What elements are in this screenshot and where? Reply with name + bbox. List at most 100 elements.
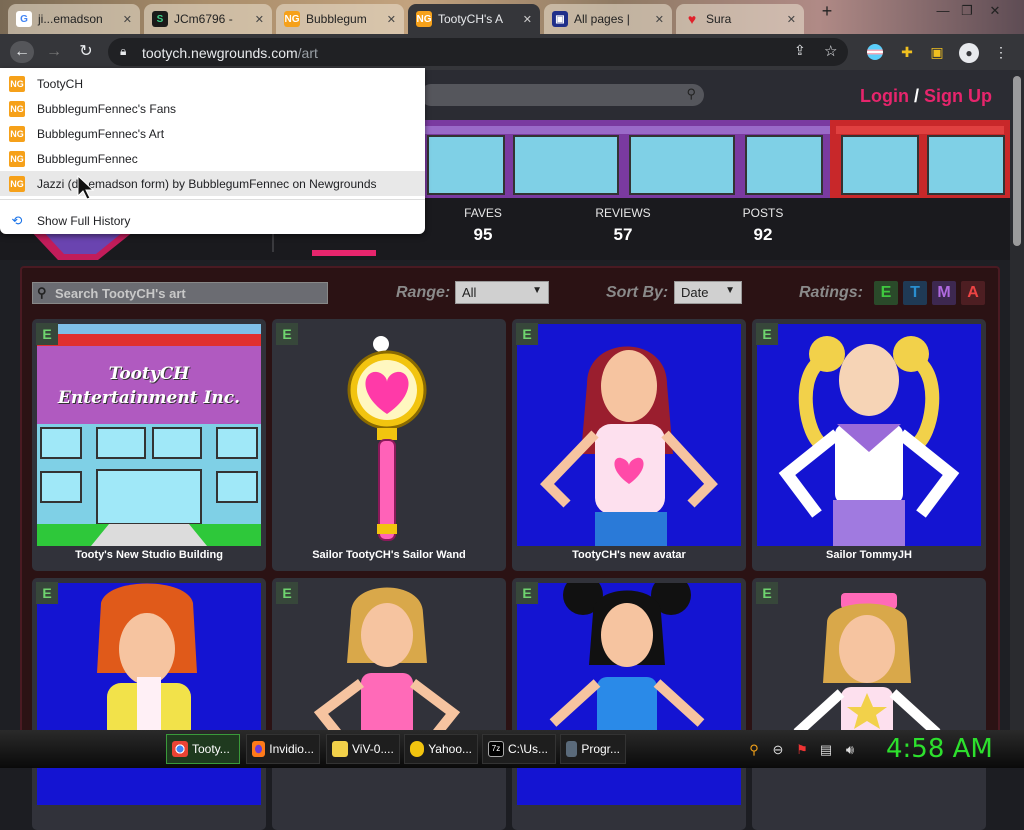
taskbar-item[interactable]: Invidio... (246, 734, 320, 764)
avatar-art (540, 346, 718, 546)
close-icon[interactable]: ✕ (387, 13, 396, 26)
art-card[interactable]: E (272, 578, 506, 830)
history-item[interactable]: NG TootyCH (0, 71, 425, 96)
rating-m-toggle[interactable]: M (932, 281, 956, 305)
show-full-history-label: Show Full History (37, 213, 131, 228)
taskbar-item[interactable]: 7z C:\Us... (482, 734, 556, 764)
close-icon[interactable]: ✕ (123, 13, 132, 26)
art-card[interactable]: E TootyCH Entertainment Inc. Tooty's New… (32, 319, 266, 571)
art-thumbnail[interactable] (277, 583, 501, 805)
address-bar[interactable]: 🔒︎ tootych.newgrounds.com/art ⇪ ☆ (108, 38, 848, 66)
art-title[interactable]: Sailor TootyCH's Sailor Wand (272, 549, 506, 561)
smiley-icon (410, 741, 425, 757)
signup-link[interactable]: Sign Up (924, 86, 992, 106)
art-thumbnail[interactable] (37, 583, 261, 805)
volume-icon[interactable]: 🔊︎ (842, 742, 858, 758)
browser-tab[interactable]: ▣ All pages | ✕ (544, 4, 672, 34)
history-item[interactable]: NG BubblegumFennec's Fans (0, 96, 425, 121)
art-title[interactable]: Sailor TommyJH (752, 549, 986, 561)
url-text[interactable]: tootych.newgrounds.com/art (142, 45, 318, 61)
history-item[interactable]: NG BubblegumFennec's Art (0, 121, 425, 146)
browser-tab-active[interactable]: NG TootyCH's A ✕ (408, 4, 540, 34)
history-item-hovered[interactable]: NG Jazzi (d...emadson form) by Bubblegum… (0, 171, 425, 196)
newgrounds-icon: NG (9, 100, 25, 117)
scrollbar-thumb[interactable] (1013, 76, 1021, 246)
close-window-icon[interactable]: ✕ (984, 2, 1006, 20)
art-thumbnail[interactable]: TootyCH Entertainment Inc. (37, 324, 261, 546)
newgrounds-icon: NG (416, 11, 432, 27)
history-item-label: BubblegumFennec's Fans (37, 101, 177, 116)
art-thumbnail[interactable] (277, 324, 501, 546)
chevron-down-icon: ▼ (532, 285, 542, 296)
search-icon[interactable]: ⚲ (746, 742, 762, 758)
art-card[interactable]: E TootyCH's new avatar (512, 319, 746, 571)
stat-label: REVIEWS (595, 206, 651, 220)
extensions-puzzle-icon[interactable]: ✚ (896, 41, 918, 63)
restore-icon[interactable]: ❐ (956, 2, 978, 20)
art-thumbnail[interactable] (757, 583, 981, 805)
profile-avatar-icon[interactable]: ● (958, 41, 980, 63)
tab-title: JCm6796 - (174, 12, 233, 26)
taskbar-clock[interactable]: 4:58 AM (886, 734, 993, 764)
rating-badge: E (516, 323, 538, 345)
newgrounds-icon: NG (284, 11, 300, 27)
taskbar-item[interactable]: Tooty... (166, 734, 240, 764)
show-full-history[interactable]: ⟲ Show Full History (0, 208, 425, 233)
art-card[interactable]: E (32, 578, 266, 830)
browser-tab[interactable]: NG Bubblegum ✕ (276, 4, 404, 34)
browser-tab[interactable]: S JCm6796 - ✕ (144, 4, 272, 34)
browser-tab[interactable]: G ji...emadson ✕ (8, 4, 140, 34)
network-icon[interactable]: ▤ (818, 742, 834, 758)
close-icon[interactable]: ✕ (787, 13, 796, 26)
stat-reviews[interactable]: REVIEWS 57 (583, 206, 663, 245)
sort-value: Date (681, 285, 709, 300)
taskbar-item[interactable]: Progr... (560, 734, 626, 764)
range-select[interactable]: All ▼ (455, 281, 549, 304)
reload-icon[interactable]: ↻ (74, 41, 98, 63)
stat-value: 92 (753, 225, 773, 244)
art-thumbnail[interactable] (757, 324, 981, 546)
art-search-input[interactable]: ⚲ Search TootyCH's art (32, 282, 328, 304)
forward-arrow-icon[interactable]: → (42, 41, 66, 63)
close-icon[interactable]: ✕ (523, 13, 532, 26)
login-link[interactable]: Login (860, 86, 909, 106)
rating-badge: E (756, 582, 778, 604)
art-card[interactable]: E Sailor TommyJH (752, 319, 986, 571)
new-tab-button[interactable]: + (816, 2, 838, 20)
art-title[interactable]: Tooty's New Studio Building (32, 549, 266, 561)
history-item[interactable]: NG BubblegumFennec (0, 146, 425, 171)
back-arrow-icon[interactable]: ← (10, 41, 34, 63)
network-alert-icon[interactable]: ⚑ (794, 742, 810, 758)
rating-a-toggle[interactable]: A (961, 281, 985, 305)
stat-posts[interactable]: POSTS 92 (723, 206, 803, 245)
close-icon[interactable]: ✕ (655, 13, 664, 26)
extension-flag-icon[interactable] (864, 41, 886, 63)
art-thumbnail[interactable] (517, 324, 741, 546)
taskbar-item[interactable]: ViV-0.... (326, 734, 400, 764)
browser-tab[interactable]: ♥ Sura ✕ (676, 4, 804, 34)
art-card[interactable]: E (752, 578, 986, 830)
side-panel-icon[interactable]: ▣ (926, 41, 948, 63)
minimize-icon[interactable]: — (932, 2, 954, 20)
art-card[interactable]: E (512, 578, 746, 830)
art-title[interactable]: TootyCH's new avatar (512, 549, 746, 561)
close-icon[interactable]: ✕ (255, 13, 264, 26)
programs-icon (566, 741, 578, 757)
auth-separator: / (914, 86, 920, 106)
wiki-icon: ▣ (552, 11, 568, 27)
browser-toolbar: ← → ↻ 🔒︎ tootych.newgrounds.com/art ⇪ ☆ … (0, 34, 1024, 70)
art-card[interactable]: E Sailor TootyCH's Sailor Wand (272, 319, 506, 571)
rating-badge: E (276, 323, 298, 345)
rating-e-toggle[interactable]: E (874, 281, 898, 305)
sort-select[interactable]: Date ▼ (674, 281, 742, 304)
taskbar-item[interactable]: Yahoo... (404, 734, 478, 764)
art-thumbnail[interactable] (517, 578, 741, 805)
share-icon[interactable]: ⇪ (794, 42, 806, 59)
site-search-input[interactable]: ⚲ (420, 84, 704, 106)
minus-circle-icon[interactable]: ⊖ (770, 742, 786, 758)
bookmark-star-icon[interactable]: ☆ (824, 42, 837, 60)
menu-kebab-icon[interactable]: ⋮ (990, 41, 1012, 63)
rating-t-toggle[interactable]: T (903, 281, 927, 305)
search-icon[interactable]: ⚲ (686, 86, 696, 102)
stat-faves[interactable]: FAVES 95 (443, 206, 523, 245)
